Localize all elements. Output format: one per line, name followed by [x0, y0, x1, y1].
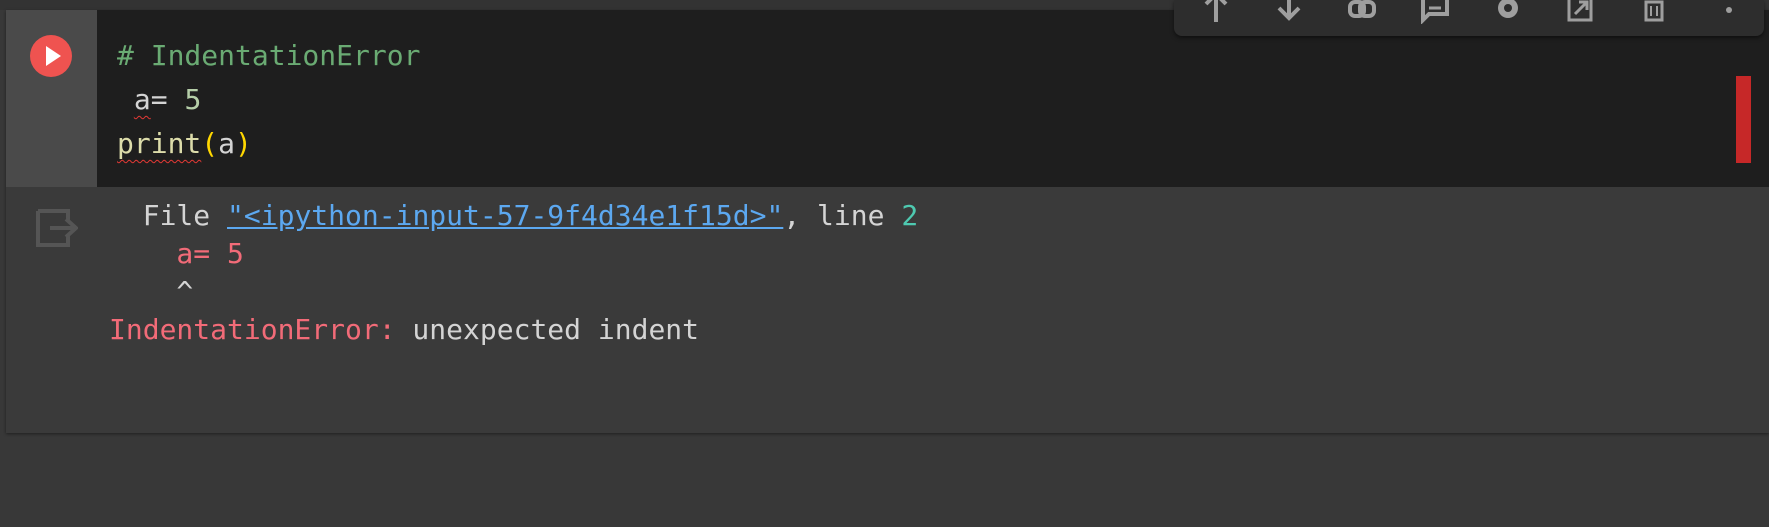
clear-output-icon[interactable]: [32, 205, 78, 251]
code-content[interactable]: # IndentationError a= 5 print(a): [117, 34, 420, 166]
traceback-code-line: a= 5: [109, 237, 244, 270]
code-paren-open: (: [201, 127, 219, 160]
code-editor[interactable]: # IndentationError a= 5 print(a): [97, 10, 1769, 187]
code-function: print: [117, 127, 202, 160]
code-line-2: a= 5: [117, 78, 420, 122]
code-number: 5: [184, 83, 202, 116]
move-up-icon[interactable]: [1196, 0, 1236, 24]
traceback-file-link[interactable]: "<ipython-input-57-9f4d34e1f15d>": [227, 199, 783, 232]
code-argument: a: [218, 127, 236, 160]
mirror-cell-icon[interactable]: [1561, 0, 1601, 24]
traceback-file-line: File "<ipython-input-57-9f4d34e1f15d>", …: [109, 197, 918, 235]
traceback-caret: ^: [109, 275, 194, 308]
cell-toolbar: [1174, 0, 1764, 36]
code-line-1: # IndentationError: [117, 34, 420, 78]
cell-gutter: [6, 10, 97, 187]
notebook-page: # IndentationError a= 5 print(a) File "<i…: [0, 0, 1769, 527]
code-line-3: print(a): [117, 122, 420, 166]
error-message: unexpected indent: [395, 313, 700, 346]
more-vert-icon[interactable]: [1709, 0, 1749, 24]
code-paren-close: ): [235, 127, 252, 160]
code-variable: a: [133, 83, 151, 116]
code-operator: =: [150, 83, 185, 116]
delete-icon[interactable]: [1634, 0, 1674, 24]
code-comment: # IndentationError: [117, 39, 421, 72]
link-icon[interactable]: [1342, 0, 1382, 24]
traceback-file-prefix: File: [109, 199, 228, 232]
move-down-icon[interactable]: [1269, 0, 1309, 24]
traceback-line-label: , line: [783, 199, 902, 232]
error-scroll-marker: [1736, 76, 1751, 163]
code-cell[interactable]: # IndentationError a= 5 print(a) File "<i…: [6, 10, 1769, 433]
traceback-line-number: 2: [901, 199, 919, 232]
error-line: IndentationError: unexpected indent: [109, 311, 918, 349]
run-cell-button[interactable]: [30, 35, 72, 77]
error-name: IndentationError:: [109, 313, 396, 346]
cell-output: File "<ipython-input-57-9f4d34e1f15d>", …: [109, 197, 918, 349]
play-icon: [46, 46, 61, 66]
settings-icon[interactable]: [1488, 0, 1528, 24]
comment-icon[interactable]: [1415, 0, 1455, 24]
